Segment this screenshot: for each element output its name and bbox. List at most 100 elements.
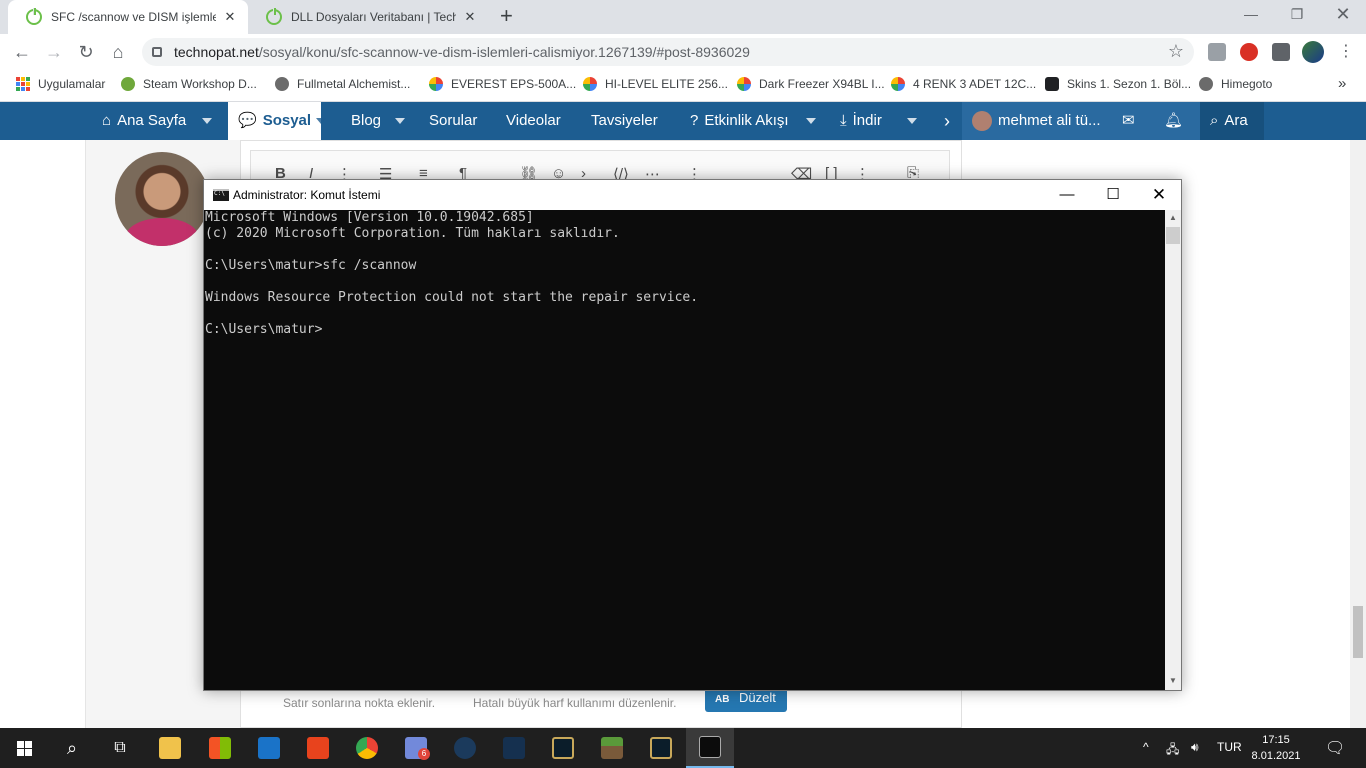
home-icon: ⌂ [102,112,112,129]
notification-bell-icon[interactable]: 🔔︎ [1164,102,1183,140]
nav-activity[interactable]: ? Etkinlik Akışı [690,102,789,140]
chat-bubbles-icon: 💬 [238,112,257,129]
bookmarks-bar: Uygulamalar Steam Workshop D... Fullmeta… [0,70,1366,102]
file-explorer-icon[interactable] [146,728,194,768]
nav-social[interactable]: 💬 Sosyal [228,102,322,140]
cmd-taskbar-button[interactable] [686,728,734,768]
steam-logo-icon [454,737,476,759]
scroll-up-arrow-icon[interactable]: ▲ [1165,213,1181,222]
browser-tab-dll[interactable]: DLL Dosyaları Veritabanı | Techno ✕ [248,0,488,34]
apps-grid-icon [16,77,30,91]
discord-icon[interactable]: 6 [392,728,440,768]
close-window-button[interactable]: ✕ [1320,0,1366,30]
tray-chevron-up-icon[interactable]: ^ [1143,740,1149,754]
scroll-down-arrow-icon[interactable]: ▼ [1165,676,1181,685]
store-icon[interactable] [196,728,244,768]
cmd-close-button[interactable]: ✕ [1136,180,1182,210]
nav-user[interactable]: mehmet ali tü... [972,102,1101,140]
chevron-down-icon[interactable] [316,118,326,124]
new-tab-button[interactable]: + [500,5,513,27]
poster-avatar[interactable] [115,152,209,246]
restore-window-button[interactable]: ❐ [1274,0,1320,30]
close-tab-icon[interactable]: ✕ [462,9,478,25]
bookmark-label: HI-LEVEL ELITE 256... [605,77,728,91]
bookmark-4-renk[interactable]: 4 RENK 3 ADET 12C... [891,77,1036,91]
back-arrow-icon[interactable]: ← [10,40,34,64]
nav-questions[interactable]: Sorular [429,102,477,140]
nav-home[interactable]: ⌂ Ana Sayfa [102,102,186,140]
search-area: ⌕ Ara [1200,102,1264,140]
lock-icon[interactable] [152,47,162,57]
bookmark-steam-workshop[interactable]: Steam Workshop D... [121,77,257,91]
chrome-logo-icon [356,737,378,759]
chevron-down-icon[interactable] [202,118,212,124]
bookmark-hi-level[interactable]: HI-LEVEL ELITE 256... [583,77,728,91]
office-logo-icon [307,737,329,759]
bookmark-apps[interactable]: Uygulamalar [16,77,105,91]
bookmark-everest[interactable]: EVEREST EPS-500A... [429,77,576,91]
chevron-down-icon[interactable] [907,118,917,124]
steam-workshop-icon [121,77,135,91]
task-view-icon[interactable]: ⧉ [96,728,144,768]
forward-arrow-icon[interactable]: → [42,40,66,64]
technopat-favicon-icon [266,8,282,25]
close-tab-icon[interactable]: ✕ [222,9,238,25]
console-output[interactable]: Microsoft Windows [Version 10.0.19042.68… [204,210,1165,690]
office-icon[interactable] [294,728,342,768]
nav-download[interactable]: ⤓ İndir [840,102,882,140]
discord-badge: 6 [418,748,430,760]
extensions-puzzle-icon[interactable] [1272,43,1290,61]
cmd-maximize-button[interactable]: ☐ [1090,180,1136,210]
bookmark-fullmetal[interactable]: Fullmetal Alchemist... [275,77,410,91]
cmd-scrollbar[interactable]: ▲ ▼ [1165,210,1181,690]
chevron-down-icon[interactable] [395,118,405,124]
address-bar[interactable]: technopat.net/sosyal/konu/sfc-scannow-ve… [142,38,1194,66]
console-prompt-line[interactable]: C:\Users\matur> [205,322,1164,338]
bookmark-dark-freezer[interactable]: Dark Freezer X94BL I... [737,77,885,91]
action-center-icon[interactable]: 🗨︎ [1325,738,1345,758]
bookmarks-overflow-button[interactable]: » [1338,75,1346,92]
shield-extension-icon[interactable] [1208,43,1226,61]
app-grid-icon[interactable] [490,728,538,768]
cmd-minimize-button[interactable]: — [1044,180,1090,210]
bookmark-label: Uygulamalar [38,77,106,91]
nav-recommendations[interactable]: Tavsiyeler [591,102,658,140]
browser-menu-icon[interactable]: ⋮ [1334,40,1358,64]
start-button[interactable] [0,728,48,768]
steam-icon[interactable] [441,728,489,768]
league-icon[interactable] [539,728,587,768]
cmd-scrollbar-thumb[interactable] [1166,227,1180,244]
profile-avatar[interactable] [1302,41,1324,63]
input-language[interactable]: TUR [1217,740,1242,754]
volume-icon[interactable]: 🔊︎ [1191,740,1199,755]
nav-search[interactable]: ⌕ Ara [1210,102,1248,140]
page-scrollbar-thumb[interactable] [1353,606,1363,658]
search-icon[interactable]: ⌕ [48,728,96,768]
network-icon[interactable]: 🖧︎ [1166,740,1179,761]
nav-more-chevron-icon[interactable]: › [944,102,950,140]
autocorrect-hint-capital: Hatalı büyük harf kullanımı düzenlenir. [473,696,677,710]
cmd-titlebar[interactable]: Administrator: Komut İstemi — ☐ ✕ [204,180,1181,210]
browser-tab-sfc[interactable]: SFC /scannow ve DISM işlemleri ç ✕ [8,0,248,34]
minimize-window-button[interactable]: — [1228,0,1274,30]
minecraft-icon[interactable] [588,728,636,768]
bookmark-himegoto[interactable]: Himegoto [1199,77,1272,91]
inbox-envelope-icon[interactable]: ✉ [1122,102,1135,140]
mail-icon[interactable] [245,728,293,768]
nav-blog[interactable]: Blog [351,102,381,140]
console-line: Microsoft Windows [Version 10.0.19042.68… [205,210,534,225]
chrome-icon[interactable] [343,728,391,768]
system-clock[interactable]: 17:15 8.01.2021 [1246,732,1306,764]
bookmark-star-icon[interactable]: ☆ [1168,41,1184,62]
flash-extension-icon[interactable] [1240,43,1258,61]
chevron-down-icon[interactable] [806,118,816,124]
nav-videos[interactable]: Videolar [506,102,561,140]
reload-icon[interactable]: ↻ [74,40,98,64]
nav-activity-label: Etkinlik Akışı [704,112,789,129]
bookmark-skins[interactable]: Skins 1. Sezon 1. Böl... [1045,77,1191,91]
cmd-title: Administrator: Komut İstemi [233,188,381,202]
league-client-icon[interactable] [637,728,685,768]
home-icon[interactable]: ⌂ [106,40,130,64]
